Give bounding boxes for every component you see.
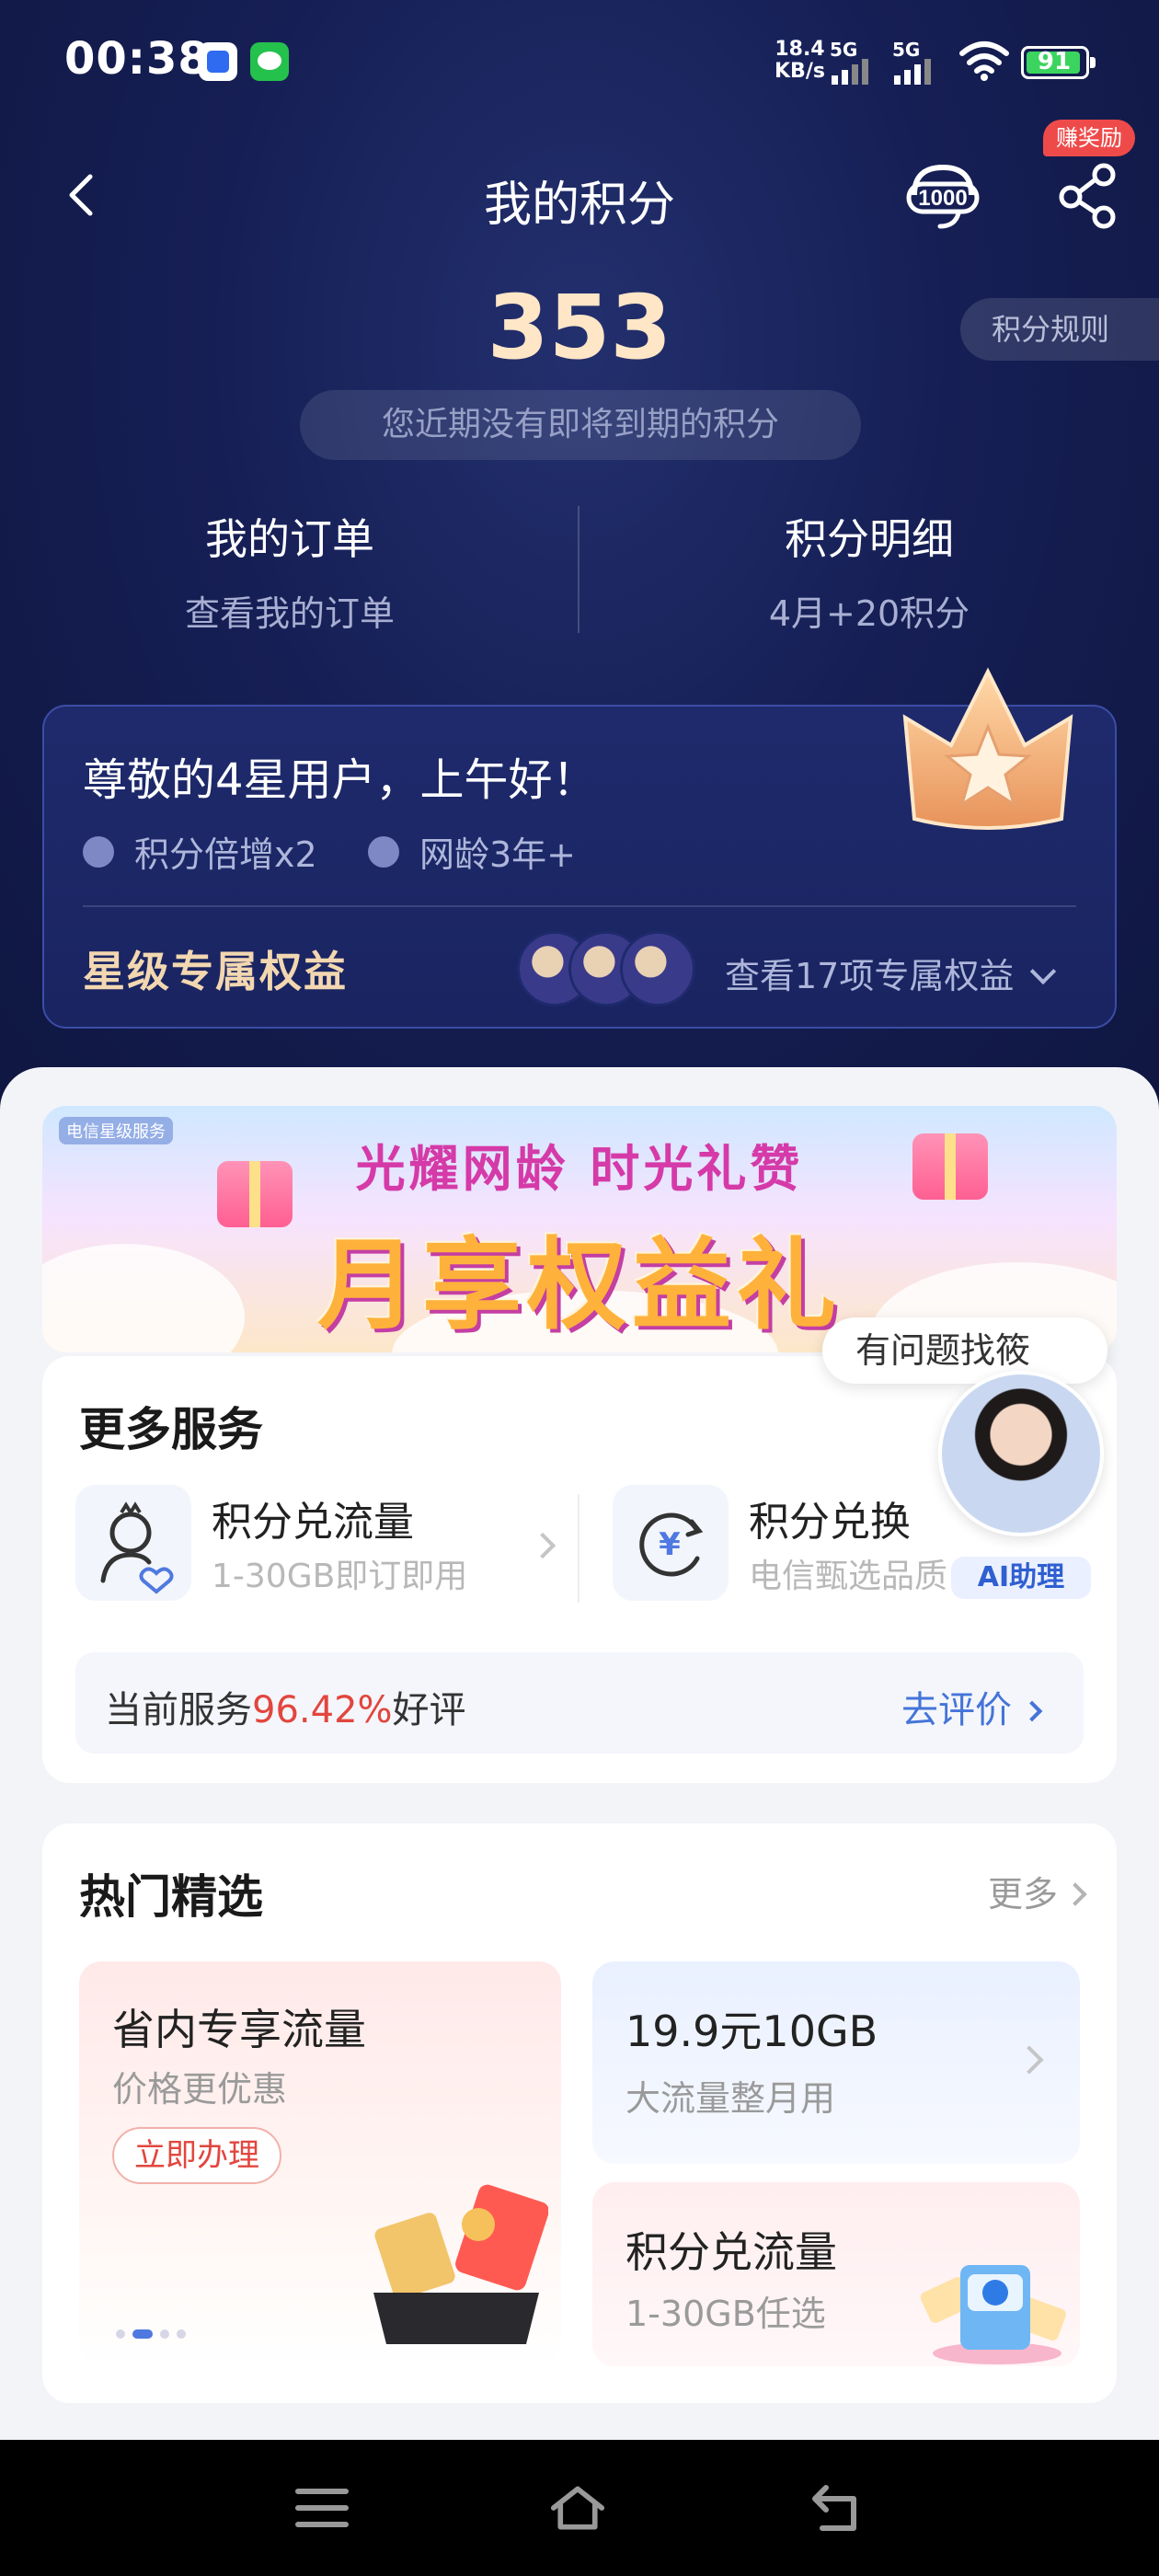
star-greeting: 尊敬的4星用户，上午好！ (83, 754, 597, 806)
back-nav-icon[interactable] (809, 2482, 865, 2534)
benefit-router-icon (620, 931, 695, 1006)
ai-assistant-bubble[interactable]: 有问题找筱 (822, 1317, 1107, 1384)
home-icon[interactable] (550, 2482, 605, 2534)
my-orders-title: 我的订单 (205, 514, 374, 564)
rating-percent: 96.42% (252, 1689, 393, 1731)
red-envelope-icon (373, 2184, 548, 2344)
perk-multiplier-label: 积分倍增x2 (134, 834, 317, 875)
star-card-divider (83, 905, 1076, 907)
view-all-benefits[interactable]: 查看17项专属权益 (725, 948, 1057, 998)
chevron-right-icon (529, 1532, 557, 1559)
chevron-down-icon (1030, 958, 1057, 985)
service-points-exchange-subtitle: 电信甄选品质 (749, 1558, 948, 1595)
tile-provincial-data[interactable]: 省内专享流量 价格更优惠 立即办理 (79, 1961, 561, 2366)
promo-banner[interactable]: 电信星级服务 光耀网龄 时光礼赞 月享权益礼 (42, 1106, 1117, 1352)
points-detail-subtitle: 4月+20积分 (768, 593, 970, 634)
chevron-right-icon (1063, 1882, 1087, 1906)
tile-provincial-data-subtitle: 价格更优惠 (112, 2069, 288, 2110)
system-nav-bar (0, 2440, 1159, 2576)
status-time: 00:38 (64, 33, 210, 85)
hot-picks-more-label: 更多 (987, 1874, 1058, 1915)
expire-notice: 您近期没有即将到期的积分 (300, 390, 861, 460)
benefit-icons (517, 931, 701, 1010)
menu-icon[interactable] (294, 2482, 350, 2534)
tile-points-data-subtitle: 1-30GB任选 (625, 2294, 826, 2334)
carousel-dots (116, 2329, 186, 2339)
my-orders-subtitle: 查看我的订单 (184, 593, 395, 634)
hotline-10000-icon[interactable]: 1000 (903, 158, 982, 237)
tile-points-data[interactable]: 积分兑流量 1-30GB任选 (592, 2182, 1080, 2366)
wechat-notification-icon (250, 42, 289, 81)
network-speed: 18.4 KB/s (775, 39, 825, 83)
tile-points-data-title: 积分兑流量 (625, 2227, 837, 2277)
top-nav: 我的积分 1000 (0, 147, 1159, 248)
svg-text:1000: 1000 (918, 186, 967, 211)
hot-picks-card: 热门精选 更多 省内专享流量 价格更优惠 立即办理 19.9元10GB 大流量整… (42, 1823, 1117, 2403)
hot-picks-title: 热门精选 (79, 1870, 263, 1924)
share-icon[interactable] (1056, 160, 1120, 230)
sim2-label: 5G (892, 39, 921, 61)
rating-text: 当前服务96.42%好评 (105, 1680, 466, 1733)
tile-19-9-plan-subtitle: 大流量整月用 (625, 2078, 836, 2119)
ai-assistant-tag[interactable]: AI助理 (951, 1557, 1091, 1599)
crown-badge-icon (902, 667, 1073, 830)
service-points-exchange-title: 积分兑换 (749, 1499, 911, 1546)
perk-tenure: 网龄3年+ (368, 826, 576, 877)
more-services-title: 更多服务 (79, 1403, 263, 1456)
data-exchange-icon (75, 1485, 191, 1601)
wifi-icon (959, 41, 1009, 81)
service-points-data[interactable]: 积分兑流量 1-30GB即订即用 (75, 1485, 572, 1604)
rating-prefix: 当前服务 (105, 1689, 252, 1731)
battery-level: 91 (1037, 48, 1072, 75)
ai-assistant-avatar[interactable] (938, 1371, 1104, 1536)
points-detail-title: 积分明细 (785, 514, 954, 564)
rate-service-label: 去评价 (901, 1689, 1012, 1731)
perk-multiplier: 积分倍增x2 (83, 826, 317, 877)
service-points-data-subtitle: 1-30GB即订即用 (212, 1558, 468, 1595)
status-bar: 00:38 18.4 KB/s 5G 5G 91 (0, 0, 1159, 129)
apply-now-button[interactable]: 立即办理 (112, 2127, 281, 2184)
page-title: 我的积分 (483, 178, 675, 233)
coins-icon (83, 835, 114, 868)
rate-service-button[interactable]: 去评价 (901, 1680, 1043, 1733)
clock-icon (368, 835, 399, 868)
yuan-exchange-icon: ¥ (613, 1485, 729, 1601)
signal-icon: 5G (830, 39, 883, 85)
perk-tenure-label: 网龄3年+ (419, 834, 577, 875)
tile-19-9-plan[interactable]: 19.9元10GB 大流量整月用 (592, 1961, 1080, 2164)
exclusive-benefits-title: 星级专属权益 (83, 947, 348, 996)
view-all-benefits-label: 查看17项专属权益 (725, 956, 1015, 996)
rating-suffix: 好评 (392, 1689, 466, 1731)
service-points-data-title: 积分兑流量 (212, 1499, 414, 1546)
tile-provincial-data-title: 省内专享流量 (112, 2005, 366, 2054)
points-detail-link[interactable]: 积分明细 4月+20积分 (580, 506, 1159, 636)
points-rules-button[interactable]: 积分规则 (960, 298, 1159, 361)
reward-badge[interactable]: 赚奖励 (1043, 120, 1135, 156)
service-rating-bar: 当前服务96.42%好评 去评价 (75, 1652, 1084, 1754)
signal-icon-2: 5G (892, 39, 946, 85)
banner-subtitle: 光耀网龄 时光礼赞 (355, 1140, 804, 1198)
tile-19-9-plan-title: 19.9元10GB (625, 2007, 878, 2056)
service-divider (578, 1494, 580, 1603)
hot-picks-more[interactable]: 更多 (987, 1866, 1087, 1916)
network-speed-value: 18.4 (775, 38, 825, 61)
chevron-right-icon (1021, 1700, 1043, 1722)
my-orders-link[interactable]: 我的订单 查看我的订单 (0, 506, 580, 636)
svg-text:¥: ¥ (659, 1526, 681, 1563)
quick-links: 我的订单 查看我的订单 积分明细 4月+20积分 (0, 506, 1159, 635)
notification-app-icon (199, 42, 237, 81)
battery-icon: 91 (1021, 46, 1096, 79)
chevron-right-icon (1015, 2045, 1044, 2075)
data-package-icon (920, 2265, 1066, 2364)
sim1-label: 5G (830, 39, 858, 61)
network-speed-unit: KB/s (775, 60, 825, 83)
